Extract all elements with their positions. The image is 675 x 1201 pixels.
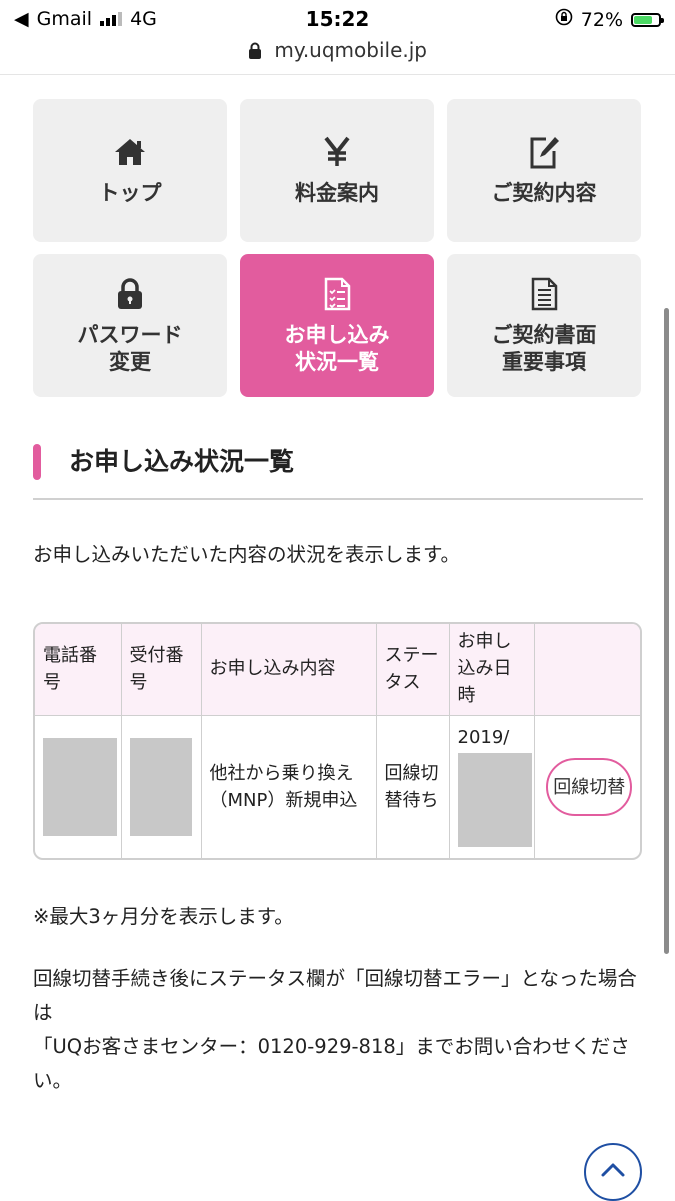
chevron-up-icon [600, 1162, 626, 1182]
column-header-action [533, 624, 640, 716]
nav-menu: トップ 料金案内 ご契約内容 パスワード 変更 お申し込み 状況一覧 ご契約書面… [33, 99, 641, 397]
note-max-period: ※最大3ヶ月分を表示します。 [33, 905, 294, 928]
divider [0, 74, 675, 75]
page-title: お申し込み状況一覧 [69, 447, 295, 476]
heading-accent-bar [33, 444, 41, 480]
note-contact: 回線切替手続き後にステータス欄が「回線切替エラー」となった場合は 「UQお客さま… [33, 962, 643, 1098]
edit-icon [528, 134, 560, 170]
scroll-to-top-button[interactable] [584, 1143, 642, 1201]
line-switch-button[interactable]: 回線切替 [546, 758, 633, 816]
checklist-icon [322, 276, 352, 312]
menu-tile-top[interactable]: トップ [33, 99, 227, 242]
redacted-block [457, 753, 532, 847]
column-header-reception: 受付番号 [120, 624, 202, 716]
note-line: 回線切替手続き後にステータス欄が「回線切替エラー」となった場合は [33, 967, 637, 1024]
battery-icon [631, 12, 664, 27]
cell-phone [35, 715, 122, 858]
home-icon [113, 134, 147, 170]
application-status-table: 電話番号 受付番号 お申し込み内容 ステータス お申し込み日時 他社から乗り換え… [33, 622, 642, 860]
url-text: my.uqmobile.jp [274, 38, 427, 62]
note-line: 「UQお客さまセンター：0120-929-818」までお問い合わせください。 [33, 1035, 630, 1092]
menu-tile-label: トップ [98, 181, 162, 205]
cell-action: 回線切替 [533, 715, 640, 858]
cell-date: 2019/ [448, 715, 535, 858]
redacted-block [129, 738, 192, 836]
description-text: お申し込みいただいた内容の状況を表示します。 [33, 543, 461, 566]
cell-status: 回線切替待ち [375, 715, 450, 858]
date-text: 2019/ [457, 727, 510, 748]
menu-tile-documents[interactable]: ご契約書面 重要事項 [447, 254, 641, 397]
cell-content: 他社から乗り換え（MNP）新規申込 [200, 715, 377, 858]
cell-reception [120, 715, 202, 858]
menu-tile-application-status[interactable]: お申し込み 状況一覧 [240, 254, 434, 397]
url-bar[interactable]: my.uqmobile.jp [0, 38, 675, 64]
column-header-date: お申し込み日時 [448, 624, 535, 716]
menu-tile-contract[interactable]: ご契約内容 [447, 99, 641, 242]
menu-tile-label: パスワード 変更 [77, 322, 183, 374]
menu-tile-label: ご契約書面 重要事項 [491, 322, 597, 374]
battery-percent: 72% [580, 8, 623, 31]
column-header-content: お申し込み内容 [200, 624, 377, 716]
status-bar: ◀ Gmail 4G 15:22 72% [0, 0, 675, 36]
menu-tile-password[interactable]: パスワード 変更 [33, 254, 227, 397]
table-row: 他社から乗り換え（MNP）新規申込 回線切替待ち 2019/ 回線切替 [35, 715, 640, 858]
column-header-status: ステータス [375, 624, 450, 716]
menu-tile-billing[interactable]: 料金案内 [240, 99, 434, 242]
column-header-phone: 電話番号 [35, 624, 122, 716]
menu-tile-label: 料金案内 [295, 181, 379, 205]
menu-tile-label: お申し込み 状況一覧 [284, 322, 390, 374]
scrollbar[interactable] [664, 308, 669, 954]
menu-tile-label: ご契約内容 [491, 181, 597, 205]
table-header-row: 電話番号 受付番号 お申し込み内容 ステータス お申し込み日時 [35, 624, 640, 716]
lock-icon [117, 276, 143, 312]
heading-underline [33, 498, 643, 500]
redacted-block [43, 738, 117, 836]
yen-icon [323, 134, 351, 170]
lock-icon [248, 40, 262, 64]
document-icon [529, 276, 559, 312]
rotation-lock-icon [555, 8, 573, 31]
